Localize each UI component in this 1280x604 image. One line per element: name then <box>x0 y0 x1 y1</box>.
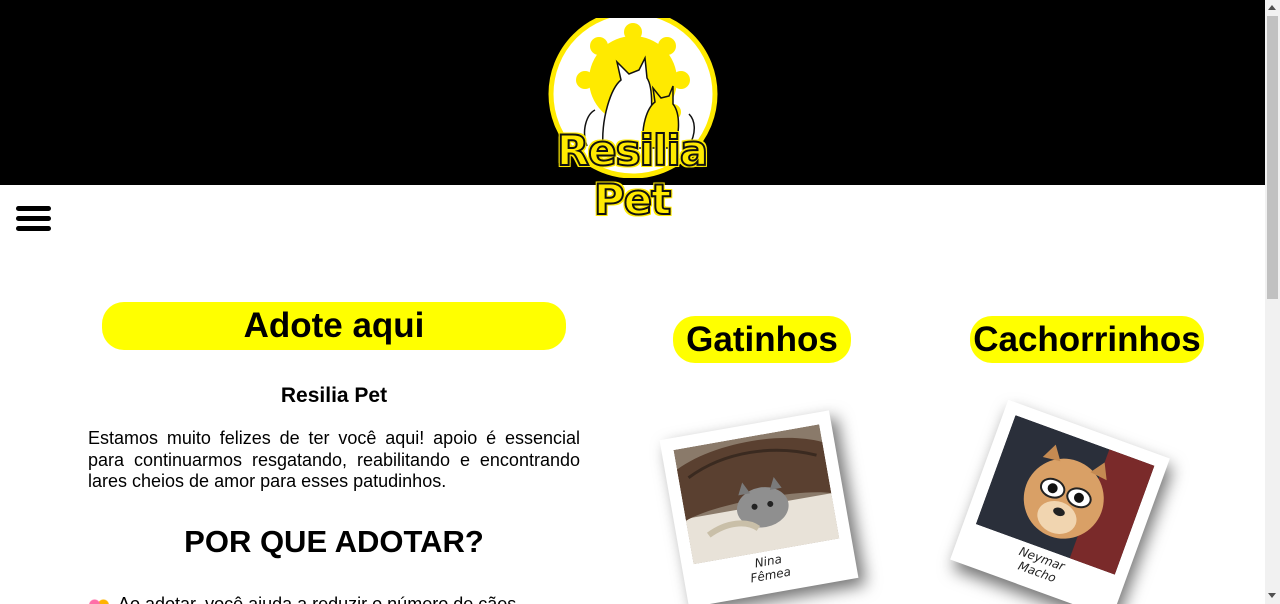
scroll-down-arrow-icon[interactable] <box>1268 593 1276 598</box>
adote-subtitle: Resilia Pet <box>280 384 388 407</box>
reason-text: Ao adotar, você ajuda a reduzir o número… <box>118 594 517 604</box>
logo-wordmark: Resilia Pet <box>556 125 709 225</box>
scroll-up-arrow-icon[interactable] <box>1268 5 1276 10</box>
menu-bar <box>16 206 51 211</box>
why-adopt-heading: POR QUE ADOTAR? <box>184 524 484 559</box>
pet-card-cat[interactable]: Nina Fêmea <box>659 410 859 604</box>
vertical-scrollbar[interactable] <box>1265 0 1280 604</box>
cats-heading[interactable]: Gatinhos <box>673 316 851 363</box>
hamburger-menu-icon[interactable] <box>16 206 51 232</box>
site-header: Resilia Pet <box>0 0 1265 225</box>
resilia-pet-logo[interactable]: Resilia Pet <box>521 9 743 225</box>
reason-item: Ao adotar, você ajuda a reduzir o número… <box>88 594 580 604</box>
menu-bar <box>16 226 51 231</box>
page: Resilia Pet Adote aqui Resilia Pet Estam… <box>0 0 1280 604</box>
pet-card-dog[interactable]: Neymar Macho <box>950 399 1170 604</box>
cat-photo <box>673 424 840 565</box>
adote-title: Adote aqui <box>102 302 566 350</box>
paw-heart-icon <box>88 596 110 604</box>
scroll-thumb[interactable] <box>1267 16 1278 299</box>
dogs-heading[interactable]: Cachorrinhos <box>970 316 1204 363</box>
adote-intro-text: Estamos muito felizes de ter você aqui! … <box>88 428 580 491</box>
menu-bar <box>16 216 51 221</box>
